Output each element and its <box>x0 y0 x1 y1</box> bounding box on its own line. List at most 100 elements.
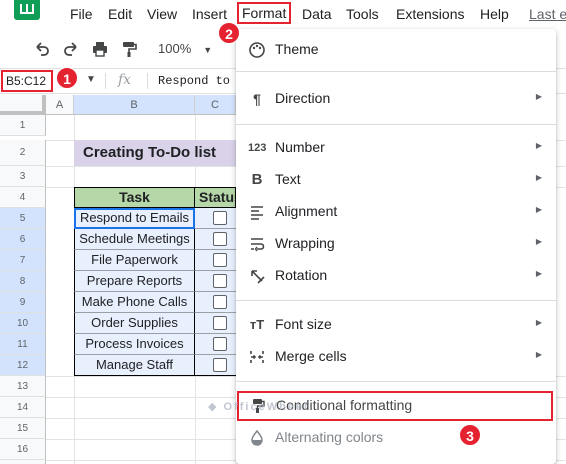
print-icon[interactable] <box>91 40 109 58</box>
row-header-12[interactable]: 12 <box>0 355 46 376</box>
row-header-1[interactable]: 1 <box>0 115 46 136</box>
paint-format-icon[interactable] <box>120 40 138 58</box>
menu-item-label: Alignment <box>275 203 338 219</box>
status-cell <box>195 229 236 250</box>
row-header-7[interactable]: 7 <box>0 250 46 271</box>
chevron-right-icon: ▶ <box>535 350 542 359</box>
row-header-4[interactable]: 4 <box>0 187 46 208</box>
task-header-cell[interactable]: Task <box>74 187 195 208</box>
column-header-c[interactable]: C <box>195 95 236 115</box>
menu-item-alternating-colors[interactable]: Alternating colors <box>236 423 556 453</box>
row-header-5[interactable]: 5 <box>0 208 46 229</box>
menu-item-theme[interactable]: Theme <box>236 35 556 65</box>
chevron-right-icon: ▶ <box>535 318 542 327</box>
step-badge-3: 3 <box>459 424 481 446</box>
column-header-b[interactable]: B <box>74 95 195 115</box>
row-header-14[interactable]: 14 <box>0 397 46 418</box>
menu-item-label: Wrapping <box>275 235 335 251</box>
last-edit-link[interactable]: Last e <box>529 6 566 22</box>
chevron-right-icon: ▶ <box>535 237 542 246</box>
status-header-cell[interactable]: Status <box>195 187 236 208</box>
watermark-logo: ◆ OfficeWheel <box>208 401 310 413</box>
row-header-8[interactable]: 8 <box>0 271 46 292</box>
menu-item-label: Theme <box>275 41 319 57</box>
task-cell[interactable]: Order Supplies <box>74 313 195 334</box>
chevron-right-icon: ▶ <box>535 269 542 278</box>
status-cell <box>195 250 236 271</box>
task-cell[interactable]: Make Phone Calls <box>74 292 195 313</box>
name-box[interactable]: B5:C12 <box>1 70 53 92</box>
status-cell <box>195 271 236 292</box>
sheet-title-cell[interactable]: Creating To-Do list <box>74 140 236 166</box>
menu-divider <box>236 300 556 301</box>
menu-insert[interactable]: Insert <box>192 6 227 22</box>
checkbox[interactable] <box>213 358 227 372</box>
fx-icon: fx <box>118 72 132 88</box>
menu-file[interactable]: File <box>70 6 93 22</box>
column-header-a[interactable]: A <box>46 95 74 115</box>
task-cell[interactable]: Prepare Reports <box>74 271 195 292</box>
menu-tools[interactable]: Tools <box>346 6 379 22</box>
row-header-17[interactable]: 17 <box>0 460 46 464</box>
menu-data[interactable]: Data <box>302 6 332 22</box>
menu-format[interactable]: Format <box>237 2 292 24</box>
zoom-select[interactable]: 100% ▼ <box>158 41 212 56</box>
menu-extensions[interactable]: Extensions <box>396 6 464 22</box>
format-menu-dropdown: Theme ¶ Direction ▶ 123 Number ▶ B Text … <box>236 29 556 464</box>
select-all-corner[interactable] <box>0 95 46 115</box>
chevron-right-icon: ▶ <box>535 205 542 214</box>
checkbox[interactable] <box>213 253 227 267</box>
menu-item-label: Number <box>275 139 325 155</box>
menu-view[interactable]: View <box>147 6 177 22</box>
redo-icon[interactable] <box>62 40 80 58</box>
menu-bar: File Edit View Insert Format Data Tools … <box>0 0 566 30</box>
checkbox[interactable] <box>213 274 227 288</box>
menu-item-text[interactable]: B Text ▶ <box>236 165 556 195</box>
row-header-16[interactable]: 16 <box>0 439 46 460</box>
chevron-right-icon: ▶ <box>535 141 542 150</box>
task-cell[interactable]: Process Invoices <box>74 334 195 355</box>
row-header-9[interactable]: 9 <box>0 292 46 313</box>
task-cell[interactable]: Schedule Meetings <box>74 229 195 250</box>
status-cell <box>195 208 236 229</box>
task-cell[interactable]: File Paperwork <box>74 250 195 271</box>
zoom-value: 100% <box>158 41 192 56</box>
checkbox[interactable] <box>213 316 227 330</box>
row-header-15[interactable]: 15 <box>0 418 46 439</box>
formula-input[interactable]: Respond to <box>158 74 230 88</box>
row-header-3[interactable]: 3 <box>0 166 46 187</box>
task-cell[interactable]: Manage Staff <box>74 355 195 376</box>
menu-edit[interactable]: Edit <box>108 6 132 22</box>
sheets-logo-icon[interactable] <box>14 0 40 20</box>
step-badge-1: 1 <box>56 67 78 89</box>
menu-divider <box>236 71 556 72</box>
checkbox[interactable] <box>213 232 227 246</box>
menu-item-rotation[interactable]: Rotation ▶ <box>236 261 556 291</box>
row-header-6[interactable]: 6 <box>0 229 46 250</box>
menu-item-label: Font size <box>275 316 332 332</box>
checkbox[interactable] <box>213 295 227 309</box>
menu-item-number[interactable]: 123 Number ▶ <box>236 133 556 163</box>
row-header-2[interactable]: 2 <box>0 140 46 166</box>
palette-icon <box>248 41 266 59</box>
menu-item-font-size[interactable]: тT Font size ▶ <box>236 310 556 340</box>
checkbox[interactable] <box>213 211 227 225</box>
menu-item-alignment[interactable]: Alignment ▶ <box>236 197 556 227</box>
row-header-10[interactable]: 10 <box>0 313 46 334</box>
menu-item-label: Alternating colors <box>275 429 384 445</box>
checkbox[interactable] <box>213 337 227 351</box>
task-cell[interactable]: Respond to Emails <box>74 208 195 229</box>
menu-item-label: Text <box>275 171 301 187</box>
number-format-icon: 123 <box>248 142 267 154</box>
menu-divider <box>236 124 556 125</box>
menu-item-merge-cells[interactable]: Merge cells ▶ <box>236 342 556 372</box>
row-header-13[interactable]: 13 <box>0 376 46 397</box>
wrap-text-icon <box>248 235 266 253</box>
row-header-11[interactable]: 11 <box>0 334 46 355</box>
align-left-icon <box>248 203 266 221</box>
menu-item-direction[interactable]: ¶ Direction ▶ <box>236 84 556 114</box>
menu-item-wrapping[interactable]: Wrapping ▶ <box>236 229 556 259</box>
name-box-dropdown-icon[interactable]: ▼ <box>86 74 96 85</box>
menu-help[interactable]: Help <box>480 6 509 22</box>
undo-icon[interactable] <box>33 40 51 58</box>
